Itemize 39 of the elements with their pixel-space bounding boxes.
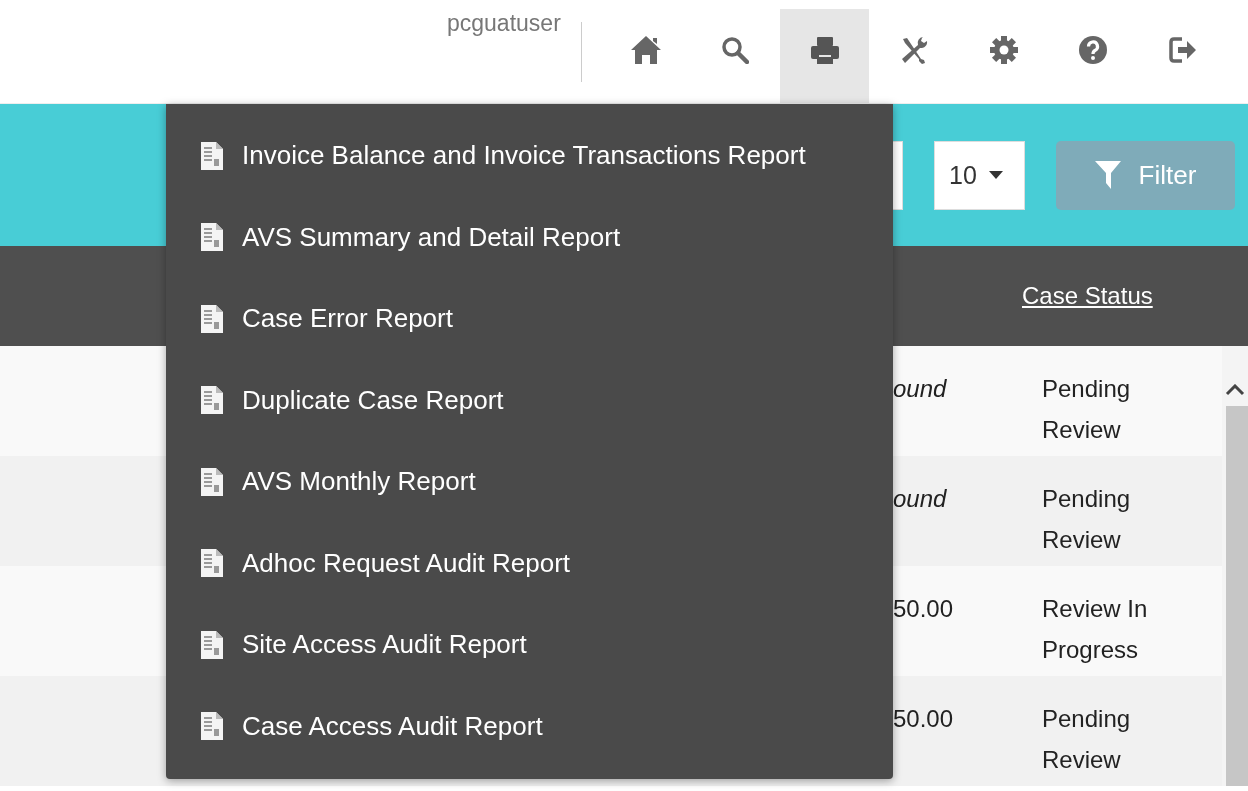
menu-item[interactable]: AVS Monthly Report [166,441,893,523]
menu-item[interactable]: Site Access Audit Report [166,604,893,686]
document-icon [200,385,224,416]
menu-item[interactable]: Adhoc Request Audit Report [166,522,893,604]
search-icon [721,36,750,64]
printer-icon [809,35,840,65]
document-icon [200,711,224,742]
table-cell-text: ound [893,484,948,514]
menu-item[interactable]: Case Access Audit Report [166,685,893,767]
table-cell-text: Pending Review [1042,374,1132,445]
username: pcguatuser [447,10,561,37]
table-cell-text: Review In Progress [1042,594,1149,665]
table-cell-text: 50.00 [893,594,955,624]
page-size-select[interactable]: 10 [934,140,1025,210]
help-icon [1078,35,1109,65]
table-cell-text: 50.00 [893,704,955,734]
scroll-up-icon [1225,384,1245,396]
menu-item[interactable]: AVS Summary and Detail Report [166,196,893,278]
document-icon [200,548,224,579]
menu-item[interactable]: Invoice Balance and Invoice Transactions Report [166,115,893,197]
caret-icon [988,171,1003,179]
document-icon [200,629,224,660]
document-icon [200,466,224,497]
table-cell-text: Pending Review [1042,704,1132,775]
home-icon [629,35,662,65]
gear-icon [988,35,1019,65]
document-icon [200,222,224,253]
menu-item[interactable]: Case Error Report [166,278,893,360]
table-cell-text: ound [893,374,948,404]
funnel-icon [1094,161,1121,189]
document-icon [200,140,224,171]
menu-item[interactable]: Duplicate Case Report [166,359,893,441]
print-nav-button[interactable] [779,9,870,103]
scrollbar[interactable] [1222,346,1248,786]
table-cell-text: Pending Review [1042,484,1132,555]
logout-icon [1167,35,1198,65]
tools-icon [899,35,930,65]
column-header-link[interactable]: Case Status [1022,282,1153,310]
document-icon [200,303,224,334]
